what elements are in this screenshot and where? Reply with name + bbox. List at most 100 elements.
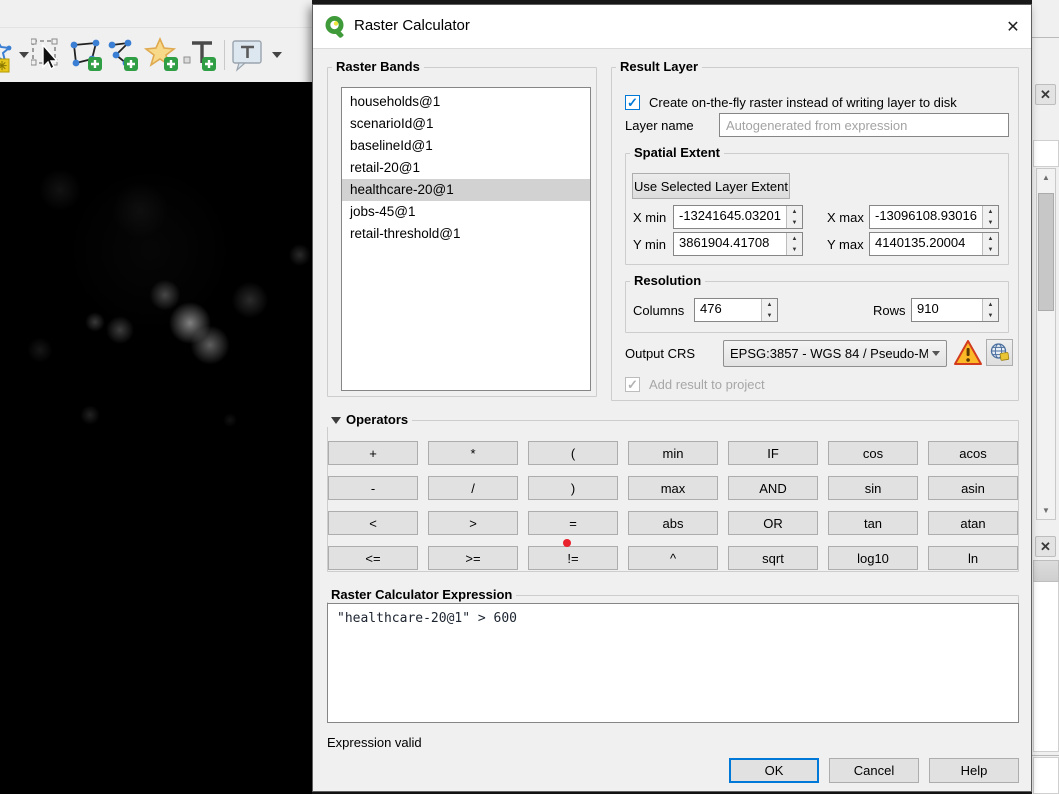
line-annotation-icon[interactable] xyxy=(104,36,140,74)
help-button[interactable]: Help xyxy=(929,758,1019,783)
op-or-button[interactable]: OR xyxy=(728,511,818,535)
toolbar-separator xyxy=(224,40,225,70)
output-crs-label: Output CRS xyxy=(625,346,696,361)
op-asin-button[interactable]: asin xyxy=(928,476,1018,500)
op-minus-button[interactable]: - xyxy=(328,476,418,500)
op-atan-button[interactable]: atan xyxy=(928,511,1018,535)
cancel-button[interactable]: Cancel xyxy=(829,758,919,783)
dialog-title: Raster Calculator xyxy=(354,17,470,34)
y-max-spinbox[interactable]: 4140135.20004 ▲ ▼ xyxy=(869,232,999,256)
text-annotation-icon[interactable] xyxy=(182,36,218,74)
y-min-spinbox[interactable]: 3861904.41708 ▲ ▼ xyxy=(673,232,803,256)
raster-bands-list[interactable]: households@1 scenarioId@1 baselineId@1 r… xyxy=(341,87,591,391)
op-greater-button[interactable]: > xyxy=(428,511,518,535)
op-multiply-button[interactable]: * xyxy=(428,441,518,465)
expression-editor[interactable]: "healthcare-20@1" > 600 xyxy=(327,603,1019,723)
op-less-button[interactable]: < xyxy=(328,511,418,535)
scroll-down-icon[interactable]: ▼ xyxy=(1037,506,1055,515)
create-on-the-fly-checkbox[interactable]: ✓ xyxy=(625,95,640,110)
spin-up-icon[interactable]: ▲ xyxy=(983,233,998,244)
scrollbar-thumb[interactable] xyxy=(1038,193,1054,311)
spin-down-icon[interactable]: ▼ xyxy=(762,310,777,321)
x-max-spinbox[interactable]: -13096108.93016 ▲ ▼ xyxy=(869,205,999,229)
globe-icon xyxy=(990,343,1010,361)
op-and-button[interactable]: AND xyxy=(728,476,818,500)
op-cos-button[interactable]: cos xyxy=(828,441,918,465)
output-crs-combo[interactable]: EPSG:3857 - WGS 84 / Pseudo-Mer xyxy=(723,340,947,367)
spin-down-icon[interactable]: ▼ xyxy=(983,310,998,321)
columns-value[interactable]: 476 xyxy=(695,299,761,321)
op-divide-button[interactable]: / xyxy=(428,476,518,500)
dropdown-caret-icon[interactable] xyxy=(272,52,282,58)
raster-band-item[interactable]: retail-20@1 xyxy=(342,157,590,179)
select-crs-button[interactable] xyxy=(986,339,1013,366)
panel-header-edge xyxy=(1033,560,1059,582)
op-if-button[interactable]: IF xyxy=(728,441,818,465)
y-max-value[interactable]: 4140135.20004 xyxy=(870,233,982,255)
create-on-the-fly-label: Create on-the-fly raster instead of writ… xyxy=(649,95,957,110)
operators-group-title[interactable]: Operators xyxy=(327,412,413,427)
op-sin-button[interactable]: sin xyxy=(828,476,918,500)
panel-close-icon[interactable]: ✕ xyxy=(1035,84,1056,105)
op-not-equal-button[interactable]: != xyxy=(528,546,618,570)
op-plus-button[interactable]: + xyxy=(328,441,418,465)
columns-spinbox[interactable]: 476 ▲ ▼ xyxy=(694,298,778,322)
columns-label: Columns xyxy=(633,303,685,318)
crs-warning-icon[interactable] xyxy=(953,339,983,367)
spin-up-icon[interactable]: ▲ xyxy=(762,299,777,310)
panel-edge xyxy=(1033,140,1059,167)
raster-band-item[interactable]: scenarioId@1 xyxy=(342,113,590,135)
panel-close-icon[interactable]: ✕ xyxy=(1035,536,1056,557)
y-min-value[interactable]: 3861904.41708 xyxy=(674,233,786,255)
dropdown-caret-icon[interactable] xyxy=(19,52,29,58)
rows-spinbox[interactable]: 910 ▲ ▼ xyxy=(911,298,999,322)
op-log10-button[interactable]: log10 xyxy=(828,546,918,570)
resolution-group-title: Resolution xyxy=(630,273,706,288)
op-equals-button[interactable]: = xyxy=(528,511,618,535)
annotation-layer-icon[interactable]: ✳ xyxy=(0,36,18,74)
op-power-button[interactable]: ^ xyxy=(628,546,718,570)
spin-up-icon[interactable]: ▲ xyxy=(983,299,998,310)
map-canvas[interactable] xyxy=(0,82,312,794)
dialog-close-icon[interactable]: ✕ xyxy=(1001,15,1025,39)
spin-up-icon[interactable]: ▲ xyxy=(983,206,998,217)
op-close-paren-button[interactable]: ) xyxy=(528,476,618,500)
y-min-label: Y min xyxy=(633,237,666,252)
op-min-button[interactable]: min xyxy=(628,441,718,465)
dialog-titlebar[interactable]: Raster Calculator ✕ xyxy=(313,5,1031,49)
use-selected-layer-extent-button[interactable]: Use Selected Layer Extent xyxy=(632,173,790,199)
polygon-annotation-icon[interactable] xyxy=(68,36,104,74)
marker-annotation-icon[interactable] xyxy=(144,36,180,74)
layer-name-input[interactable] xyxy=(719,113,1009,137)
op-less-equal-button[interactable]: <= xyxy=(328,546,418,570)
op-open-paren-button[interactable]: ( xyxy=(528,441,618,465)
panel-scrollbar[interactable]: ▲ ▼ xyxy=(1036,168,1056,520)
raster-band-item[interactable]: retail-threshold@1 xyxy=(342,223,590,245)
modify-annotations-icon[interactable] xyxy=(30,36,66,74)
text-balloon-icon[interactable] xyxy=(230,36,266,74)
raster-band-item[interactable]: jobs-45@1 xyxy=(342,201,590,223)
rows-value[interactable]: 910 xyxy=(912,299,982,321)
spin-up-icon[interactable]: ▲ xyxy=(787,206,802,217)
scroll-up-icon[interactable]: ▲ xyxy=(1037,173,1055,182)
raster-band-item[interactable]: baselineId@1 xyxy=(342,135,590,157)
spin-up-icon[interactable]: ▲ xyxy=(787,233,802,244)
op-tan-button[interactable]: tan xyxy=(828,511,918,535)
raster-band-item-selected[interactable]: healthcare-20@1 xyxy=(342,179,590,201)
x-min-spinbox[interactable]: -13241645.03201 ▲ ▼ xyxy=(673,205,803,229)
op-sqrt-button[interactable]: sqrt xyxy=(728,546,818,570)
x-max-value[interactable]: -13096108.93016 xyxy=(870,206,982,228)
spin-down-icon[interactable]: ▼ xyxy=(983,217,998,228)
spin-down-icon[interactable]: ▼ xyxy=(787,217,802,228)
ok-button[interactable]: OK xyxy=(729,758,819,783)
op-acos-button[interactable]: acos xyxy=(928,441,1018,465)
raster-band-item[interactable]: households@1 xyxy=(342,91,590,113)
op-greater-equal-button[interactable]: >= xyxy=(428,546,518,570)
op-abs-button[interactable]: abs xyxy=(628,511,718,535)
x-min-value[interactable]: -13241645.03201 xyxy=(674,206,786,228)
spatial-extent-group-title: Spatial Extent xyxy=(630,145,724,160)
op-max-button[interactable]: max xyxy=(628,476,718,500)
op-ln-button[interactable]: ln xyxy=(928,546,1018,570)
spin-down-icon[interactable]: ▼ xyxy=(983,244,998,255)
spin-down-icon[interactable]: ▼ xyxy=(787,244,802,255)
